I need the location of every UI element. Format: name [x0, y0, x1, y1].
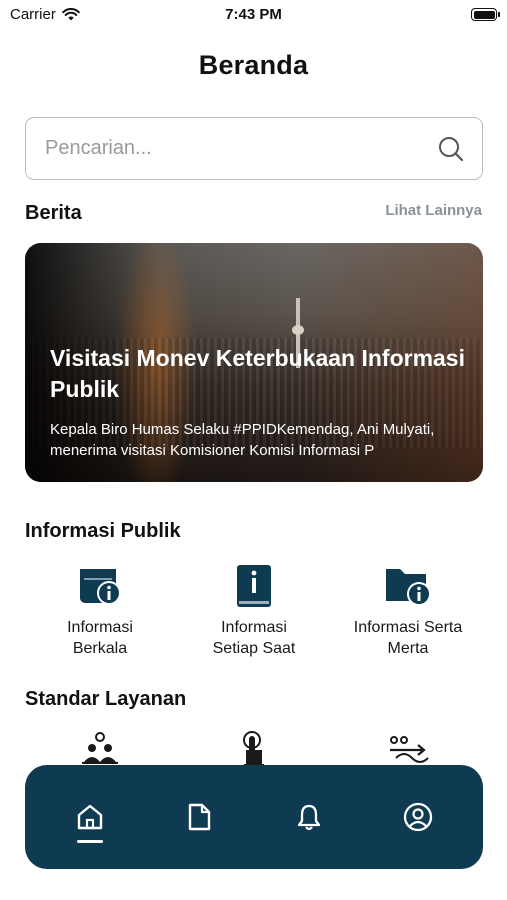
search-input[interactable] — [45, 137, 405, 160]
page-title: Beranda — [198, 50, 309, 80]
menu-item-informasi-berkala[interactable]: Informasi Berkala — [25, 563, 175, 659]
news-card[interactable]: Visitasi Monev Keterbukaan Informasi Pub… — [25, 243, 483, 482]
search-icon[interactable] — [438, 136, 464, 162]
service-standard-section-title: Standar Layanan — [25, 688, 187, 710]
document-icon — [189, 803, 211, 831]
nav-home[interactable] — [60, 787, 120, 847]
home-icon — [77, 804, 102, 830]
news-summary: Kepala Biro Humas Selaku #PPIDKemendag, … — [50, 421, 435, 459]
battery-icon — [471, 8, 500, 21]
menu-label: Informasi Berkala — [67, 619, 133, 657]
tv-tower-ball — [292, 325, 304, 335]
nav-documents[interactable] — [169, 787, 229, 847]
news-title: Visitasi Monev Keterbukaan Informasi Pub… — [50, 345, 465, 402]
menu-item-informasi-setiap-saat[interactable]: Informasi Setiap Saat — [179, 563, 329, 659]
news-section-title: Berita — [25, 202, 82, 224]
search-bar[interactable] — [25, 117, 483, 180]
profile-icon — [404, 802, 433, 832]
menu-label: Informasi Setiap Saat — [212, 619, 296, 657]
menu-label: Informasi Serta Merta — [353, 619, 463, 657]
book-info-icon — [237, 565, 271, 607]
public-info-section-title: Informasi Publik — [25, 520, 181, 542]
folder-info-icon — [386, 569, 431, 606]
bell-icon — [297, 804, 320, 831]
nav-notifications[interactable] — [279, 787, 339, 847]
menu-item-informasi-serta-merta[interactable]: Informasi Serta Merta — [333, 563, 483, 659]
bottom-nav — [25, 765, 483, 869]
status-time: 7:43 PM — [225, 6, 282, 23]
calendar-info-icon — [80, 569, 121, 605]
nav-profile[interactable] — [388, 787, 448, 847]
active-indicator — [76, 840, 103, 843]
status-bar: Carrier 7:43 PM — [0, 0, 507, 30]
see-more-link[interactable]: Lihat Lainnya — [385, 202, 482, 219]
public-info-menu: Informasi Berkala Informasi Setiap Saat … — [25, 563, 483, 659]
